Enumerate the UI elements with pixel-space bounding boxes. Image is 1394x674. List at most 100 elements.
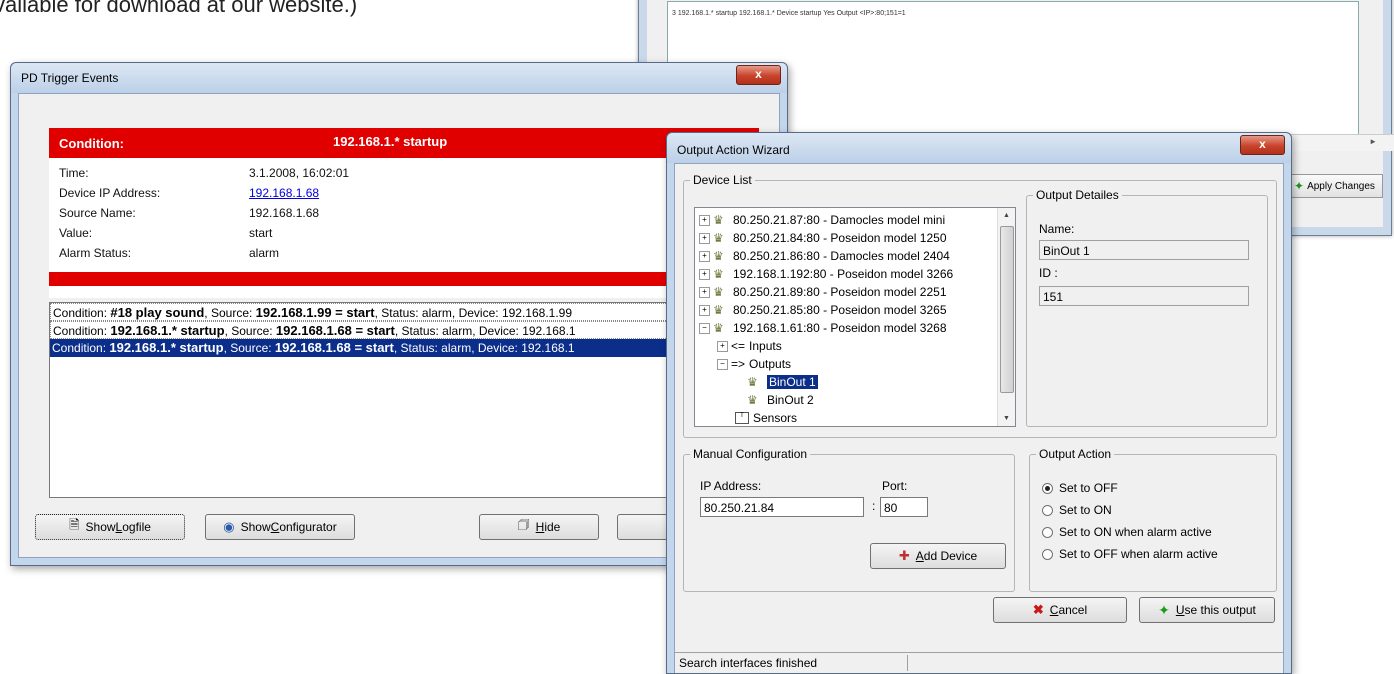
node-label: 192.168.1.61:80 - Poseidon model 3268 [733,321,947,335]
close-button[interactable]: x [1240,135,1285,155]
button-label: C [270,520,280,534]
tree-node-device[interactable]: + ♛ 80.250.21.85:80 - Poseidon model 3265 [699,302,947,318]
tree-node-device[interactable]: − ♛ 192.168.1.61:80 - Poseidon model 3268 [699,320,947,336]
button-label: Show [240,520,271,534]
log-condition: 192.168.1.* startup [110,323,225,338]
port-label: Port: [882,479,908,493]
condition-label: Condition: [59,136,124,151]
node-label: 192.168.1.192:80 - Poseidon model 3266 [733,267,954,281]
close-button[interactable]: x [736,65,781,85]
network-device-icon: ♛ [713,303,724,317]
ip-address-input[interactable]: 80.250.21.84 [700,497,864,517]
show-logfile-button[interactable]: 🗎 Show Logfile [35,514,185,540]
log-text: , Source: [204,306,256,320]
port-input[interactable]: 80 [880,497,928,517]
node-label: 80.250.21.87:80 - Damocles model mini [733,213,946,227]
tree-node-device[interactable]: + ♛ 80.250.21.87:80 - Damocles model mini [699,212,945,228]
tree-node-binout2[interactable]: ♛ BinOut 2 [747,392,814,408]
apply-changes-label: Apply Changes [1307,180,1375,192]
apply-changes-button[interactable]: ✦ Apply Changes [1287,174,1383,198]
port-separator: : [872,499,876,513]
show-configurator-button[interactable]: ◉ Show Configurator [205,514,355,540]
log-text: , Source: [224,324,276,338]
device-tree[interactable]: + ♛ 80.250.21.87:80 - Damocles model mini … [694,207,1016,427]
node-label: 80.250.21.86:80 - Damocles model 2404 [733,249,950,263]
tree-node-outputs[interactable]: − => Outputs [717,356,791,372]
collapse-icon[interactable]: − [717,358,728,370]
tree-node-device[interactable]: + ♛ 80.250.21.86:80 - Damocles model 2404 [699,248,950,264]
expand-icon[interactable]: + [699,304,710,316]
radio-set-off[interactable]: Set to OFF [1042,481,1118,495]
button-label: C [1049,603,1059,617]
log-row[interactable]: Condition: 192.168.1.* startup, Source: … [50,321,754,339]
node-label: Sensors [753,411,798,425]
log-row-selected[interactable]: Condition: 192.168.1.* startup, Source: … [50,339,754,357]
hide-icon: 🗇 [517,517,530,532]
title-bar[interactable]: PD Trigger Events x [11,63,787,93]
radio-set-off-alarm[interactable]: Set to OFF when alarm active [1042,547,1218,561]
output-icon: ♛ [747,375,758,389]
button-label: onfigurator [279,520,337,534]
device-ip-link[interactable]: 192.168.1.68 [249,186,319,200]
log-source: 192.168.1.68 = start [274,340,394,355]
alarm-status-label: Alarm Status: [59,246,132,260]
device-ip-label: Device IP Address: [59,186,161,200]
button-label: H [535,520,545,534]
vertical-scrollbar[interactable]: ▲ ▼ [997,208,1015,426]
configurator-icon: ◉ [223,519,235,534]
expand-icon[interactable]: + [699,286,710,298]
expand-icon[interactable]: + [699,268,710,280]
expand-icon[interactable]: + [699,214,710,226]
value-value: start [249,226,273,240]
hide-button[interactable]: 🗇 Hide [479,514,599,540]
scroll-up-icon[interactable]: ▲ [998,212,1015,219]
radio-set-on-alarm[interactable]: Set to ON when alarm active [1042,525,1212,539]
button-label: A [915,549,924,563]
tree-node-device[interactable]: + ♛ 80.250.21.84:80 - Poseidon model 1250 [699,230,947,246]
tree-node-binout1[interactable]: ♛ BinOut 1 [747,374,818,390]
tree-node-device[interactable]: + ♛ 80.250.21.89:80 - Poseidon model 2251 [699,284,947,300]
network-device-icon: ♛ [713,213,724,227]
expand-icon[interactable]: + [699,250,710,262]
add-device-button[interactable]: ✚ Add Device [870,543,1006,569]
scroll-down-icon[interactable]: ▼ [998,415,1015,422]
id-field: 151 [1039,286,1249,306]
scroll-right-icon[interactable]: ► [1369,137,1377,146]
radio-set-on[interactable]: Set to ON [1042,503,1112,517]
list-item[interactable]: 3 192.168.1.* startup 192.168.1.* Device… [672,10,906,17]
node-label: BinOut 1 [767,375,818,389]
running-man-icon: ✦ [1294,179,1305,193]
expand-icon[interactable]: + [717,340,728,352]
tree-node-sensors[interactable]: T Sensors [735,410,797,426]
sensor-icon: T [735,412,749,424]
radio-unchecked-icon [1042,526,1053,538]
tree-node-inputs[interactable]: + <= Inputs [717,338,782,354]
scroll-thumb[interactable] [1000,226,1014,393]
radio-label: Set to OFF when alarm active [1059,547,1218,561]
network-device-icon: ♛ [713,267,724,281]
event-details-panel: Condition: 192.168.1.* startup Time: 3.1… [49,128,759,298]
network-device-icon: ♛ [713,249,724,263]
collapse-icon[interactable]: − [699,322,710,334]
time-label: Time: [59,166,89,180]
radio-unchecked-icon [1042,504,1053,516]
log-text: , Status: alarm, Device: 192.168.1.99 [374,306,573,320]
node-label: Outputs [749,357,792,371]
inputs-arrow-icon: <= [731,339,746,353]
log-condition: #18 play sound [110,305,205,320]
use-this-output-button[interactable]: ✦ Use this output [1139,597,1275,623]
title-bar[interactable]: Output Action Wizard x [667,133,1291,163]
cancel-button[interactable]: ✖ Cancel [993,597,1127,623]
tree-node-device[interactable]: + ♛ 192.168.1.192:80 - Poseidon model 3266 [699,266,953,282]
name-field: BinOut 1 [1039,240,1249,260]
status-bar: Search interfaces finished [675,652,1283,673]
button-label: dd Device [923,549,978,563]
source-name-value: 192.168.1.68 [249,206,320,220]
event-log-list[interactable]: Condition: #18 play sound, Source: 192.1… [49,302,755,498]
node-label: Inputs [749,339,782,353]
log-row[interactable]: Condition: #18 play sound, Source: 192.1… [50,303,754,321]
network-device-icon: ♛ [713,285,724,299]
expand-icon[interactable]: + [699,232,710,244]
outputs-arrow-icon: => [731,357,746,371]
log-text: , Status: alarm, Device: 192.168.1 [394,324,576,338]
